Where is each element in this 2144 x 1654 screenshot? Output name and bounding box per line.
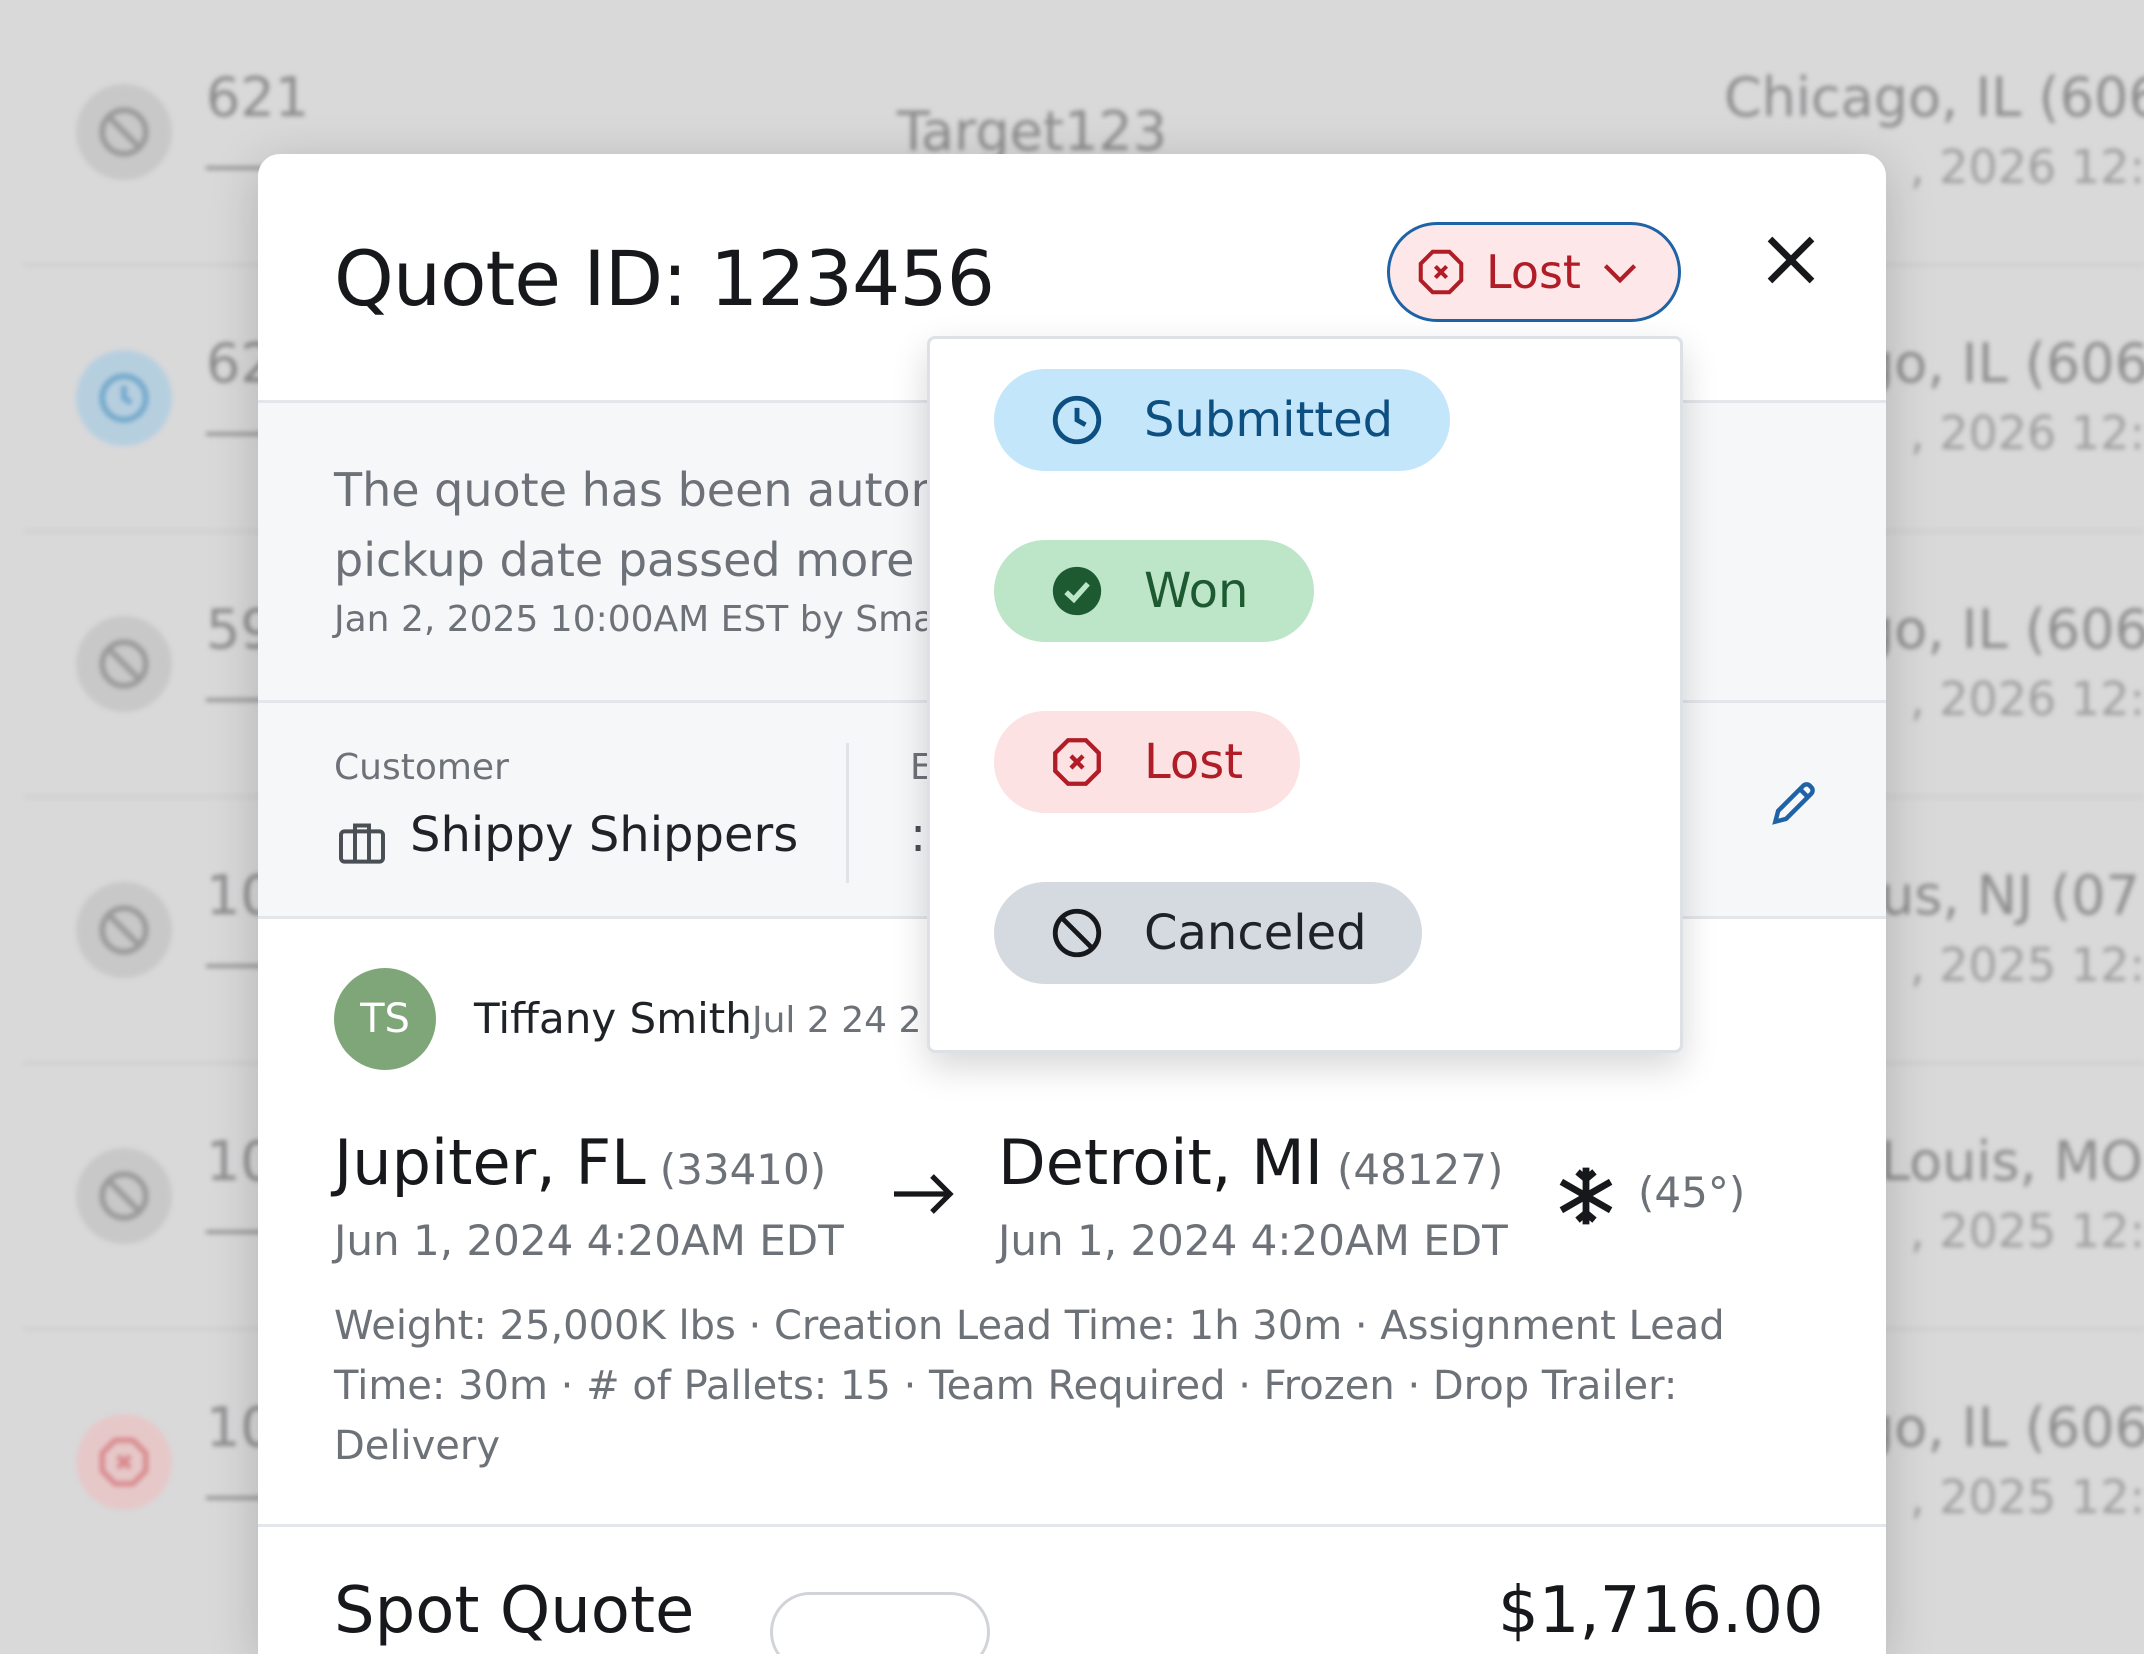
row-city: go, IL (6060 [1860, 598, 2144, 661]
row-city: us, NJ (07 [1880, 864, 2140, 927]
divider [258, 1524, 1886, 1527]
divider [846, 743, 849, 883]
info-value: : [910, 807, 927, 863]
status-option-submitted[interactable]: Submitted [994, 369, 1450, 471]
snowflake-icon [1559, 1167, 1613, 1225]
section-badge [770, 1592, 990, 1654]
row-city: Louis, MO [1880, 1130, 2143, 1193]
temperature: (45°) [1638, 1168, 1746, 1217]
canceled-status-icon [76, 616, 172, 712]
quote-price: $1,716.00 [1498, 1574, 1824, 1648]
pencil-icon [1772, 782, 1815, 825]
author-name: Tiffany Smith [474, 994, 752, 1043]
destination-zip: (48127) [1337, 1145, 1504, 1194]
x-octagon-icon [1414, 245, 1468, 299]
row-date: , 2025 12:0 [1910, 1204, 2144, 1258]
status-dropdown-menu: Submitted Won Lost Canceled [927, 336, 1683, 1053]
status-option-canceled[interactable]: Canceled [994, 882, 1422, 984]
row-id: 621 [206, 66, 310, 129]
canceled-status-icon [76, 882, 172, 978]
row-city: go, IL (6060 [1860, 332, 2144, 395]
close-button[interactable] [1755, 224, 1827, 296]
customer-label: Customer [334, 747, 509, 788]
section-title: Spot Quote [334, 1574, 695, 1648]
notice-meta: Jan 2, 2025 10:00AM EST by Sma [334, 599, 936, 640]
destination-date: Jun 1, 2024 4:20AM EDT [998, 1216, 1508, 1265]
row-date: , 2026 12:0 [1910, 406, 2144, 460]
avatar: TS [334, 968, 436, 1070]
briefcase-icon [339, 823, 385, 864]
origin-city: Jupiter, FL (33410) [334, 1126, 827, 1199]
origin-zip: (33410) [659, 1145, 827, 1194]
status-label: Lost [1486, 245, 1581, 299]
canceled-status-icon [76, 84, 172, 180]
row-city: Chicago, IL (6060 [1724, 66, 2144, 129]
ban-icon [1052, 908, 1102, 958]
canceled-status-icon [76, 1148, 172, 1244]
destination-city: Detroit, MI (48127) [998, 1126, 1504, 1199]
status-option-won[interactable]: Won [994, 540, 1314, 642]
status-dropdown-button[interactable]: Lost [1387, 222, 1681, 322]
author-timestamp: Jul 2 24 2 [752, 1000, 922, 1041]
row-date: , 2026 12:0 [1910, 140, 2144, 194]
submitted-status-icon [76, 350, 172, 446]
status-option-lost[interactable]: Lost [994, 711, 1300, 813]
close-icon [1767, 236, 1815, 284]
row-date: , 2025 12:0 [1910, 1470, 2144, 1524]
row-city: go, IL (6060 [1860, 1396, 2144, 1459]
customer-value: Shippy Shippers [410, 807, 799, 863]
chevron-down-icon [1581, 247, 1645, 297]
clock-icon [1052, 395, 1102, 445]
row-date: , 2026 12:0 [1910, 672, 2144, 726]
x-octagon-icon [1053, 738, 1101, 786]
shipment-details: Weight: 25,000K lbs · Creation Lead Time… [334, 1303, 1725, 1469]
edit-button[interactable] [1766, 775, 1822, 831]
page-title: Quote ID: 123456 [334, 234, 995, 323]
arrow-right-icon [894, 1174, 954, 1214]
check-circle-icon [1052, 566, 1102, 616]
lost-status-icon [76, 1414, 172, 1510]
origin-date: Jun 1, 2024 4:20AM EDT [334, 1216, 844, 1265]
row-date: , 2025 12:0 [1910, 938, 2144, 992]
